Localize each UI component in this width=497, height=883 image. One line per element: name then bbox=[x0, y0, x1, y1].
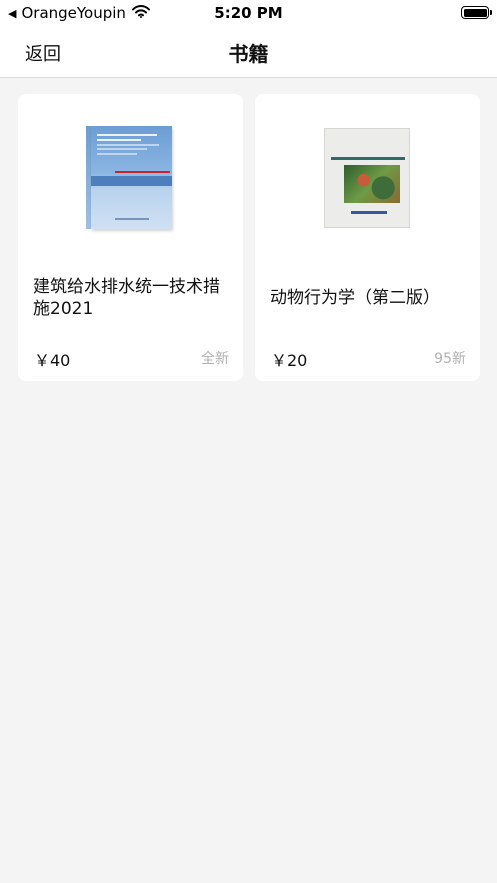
battery-icon bbox=[461, 6, 492, 19]
book-condition: 全新 bbox=[201, 351, 229, 367]
book-title: 动物行为学（第二版） bbox=[270, 288, 440, 308]
book-cover-image bbox=[86, 126, 172, 231]
book-price: ￥40 bbox=[34, 351, 71, 370]
book-cover-image bbox=[324, 128, 410, 228]
book-title: 建筑给水排水统一技术措施2021 bbox=[33, 277, 220, 319]
status-time: 5:20 PM bbox=[214, 4, 283, 22]
book-card[interactable]: 建筑给水排水统一技术措施2021 ￥40 全新 bbox=[18, 94, 243, 381]
book-condition: 95新 bbox=[434, 351, 466, 367]
page-title: 书籍 bbox=[228, 42, 269, 66]
book-card[interactable]: 动物行为学（第二版） ￥20 95新 bbox=[255, 94, 480, 381]
book-price: ￥20 bbox=[271, 351, 308, 370]
status-bar: ◀ OrangeYoupin 5:20 PM bbox=[0, 0, 497, 26]
nav-bar: 返回 书籍 bbox=[0, 26, 497, 78]
